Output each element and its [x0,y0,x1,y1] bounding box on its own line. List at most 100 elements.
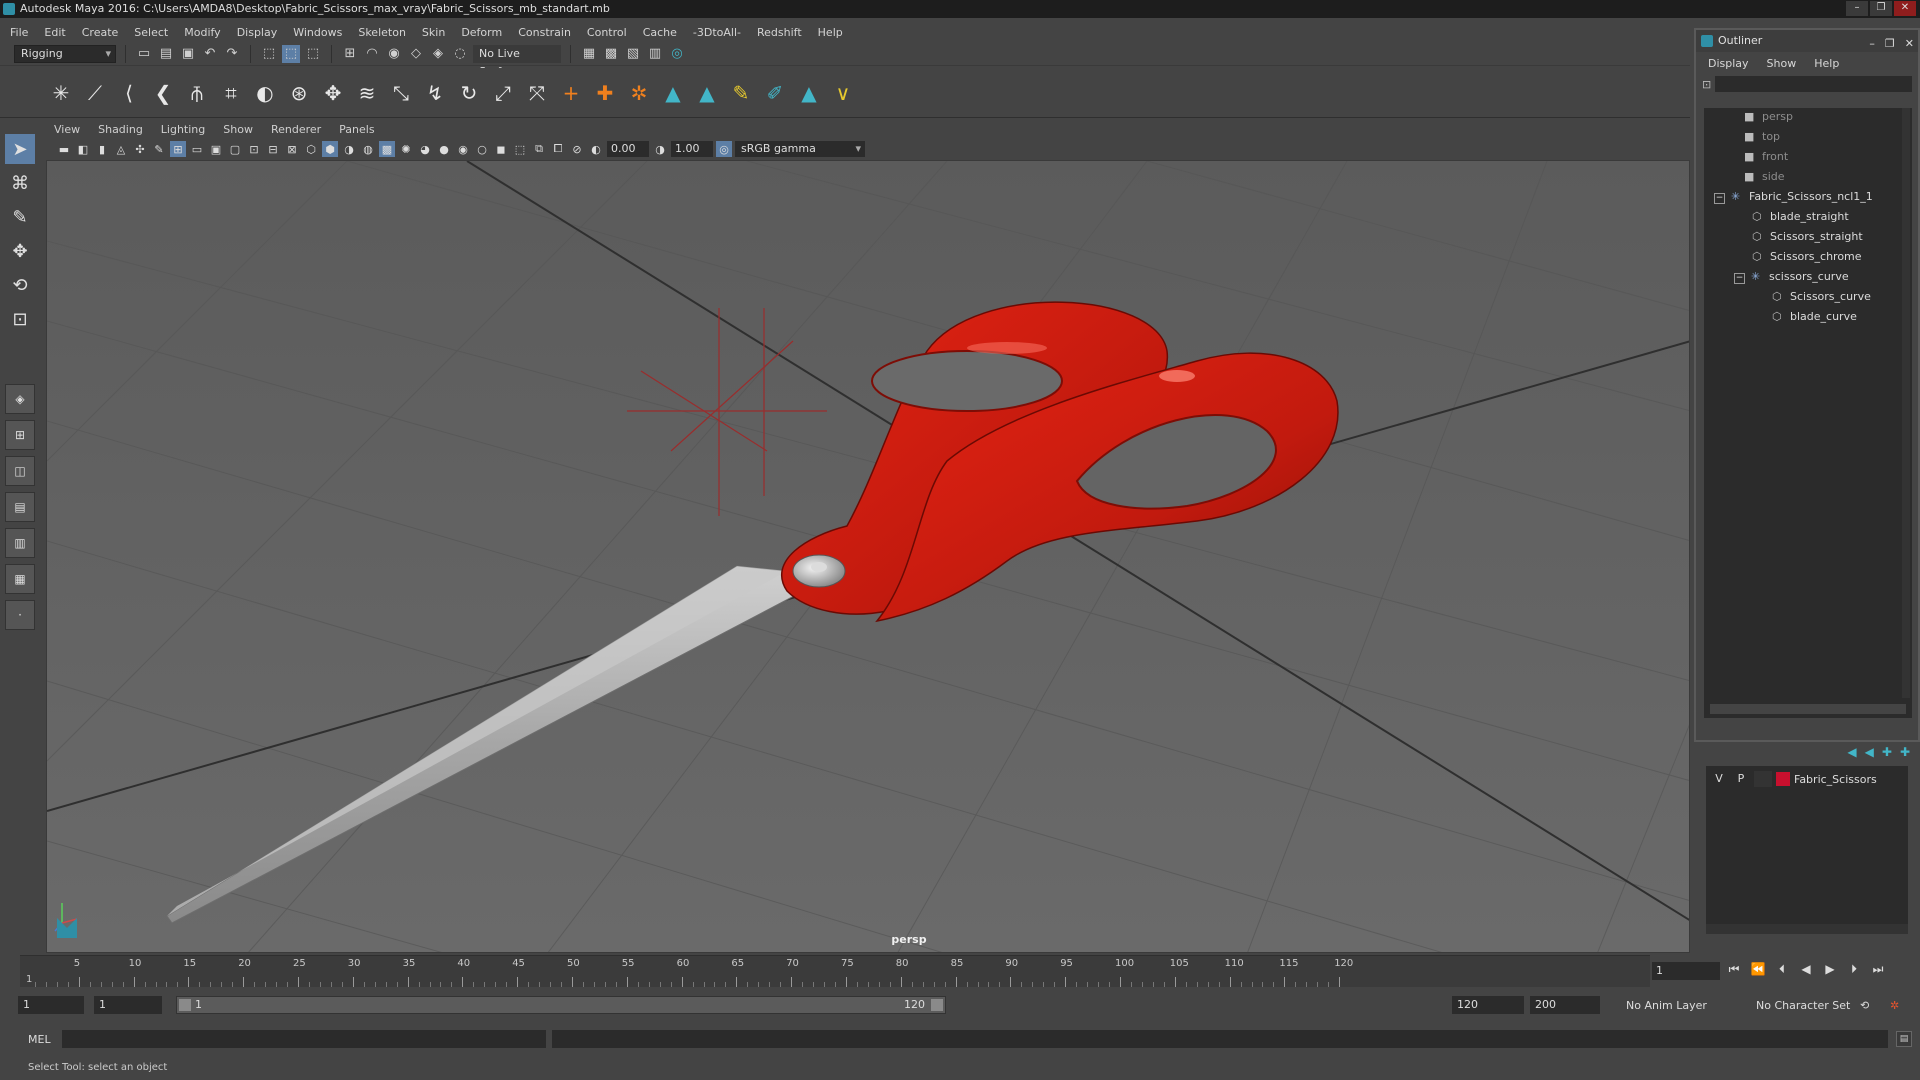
redo-icon[interactable]: ↷ [223,45,241,63]
auto-key-icon[interactable]: ⟲ [1860,999,1869,1012]
outliner-item-top[interactable]: ■ top [1744,128,1780,146]
command-input[interactable] [62,1030,546,1048]
menu-constrain[interactable]: Constrain [518,26,571,39]
undo-icon[interactable]: ↶ [201,45,219,63]
backface-culling-icon[interactable]: ⊘ [569,141,585,157]
lasso-tool-icon[interactable]: ⌘ [5,168,35,198]
collapse-icon[interactable]: − [1714,193,1725,204]
outliner-minimize-button[interactable]: – [1869,33,1875,55]
screen-space-ao-icon[interactable]: ● [436,141,452,157]
select-tool-icon[interactable]: ➤ [5,134,35,164]
paint-weights-icon[interactable]: ◐ [250,78,280,108]
layer-row[interactable]: V P Fabric_Scissors [1706,770,1908,788]
menu-deform[interactable]: Deform [461,26,502,39]
go-to-end-icon[interactable]: ⏭ [1869,962,1887,980]
rotate-tool-icon[interactable]: ⟲ [5,270,35,300]
panel-menu-show[interactable]: Show [223,123,253,136]
film-gate-icon[interactable]: ▭ [189,141,205,157]
color-management-icon[interactable]: ◎ [716,141,732,157]
render-settings-icon[interactable]: ▥ [646,45,664,63]
menu-skeleton[interactable]: Skeleton [358,26,406,39]
wireframe-icon[interactable]: ⬡ [303,141,319,157]
gate-mask-icon[interactable]: ▢ [227,141,243,157]
outliner-horizontal-scrollbar[interactable] [1710,704,1906,714]
render-frame-icon[interactable]: ▩ [602,45,620,63]
select-hierarchy-icon[interactable]: ⬚ [260,45,278,63]
animation-start-field[interactable]: 1 [18,996,84,1014]
aim-constraint-icon[interactable]: ↯ [420,78,450,108]
animation-end-field[interactable]: 200 [1530,996,1600,1014]
muscle-icon[interactable]: ▲ [794,78,824,108]
bind-skin-icon[interactable]: ⌗ [216,78,246,108]
snap-curve-icon[interactable]: ◠ [363,45,381,63]
select-component-icon[interactable]: ⬚ [304,45,322,63]
step-back-key-icon[interactable]: ⏪ [1749,962,1767,980]
skin-smooth-icon[interactable]: ▲ [658,78,688,108]
new-layer-icon[interactable]: ✚ [1882,745,1892,759]
pole-vector-icon[interactable]: ⤧ [522,78,552,108]
two-d-pan-icon[interactable]: ✣ [132,141,148,157]
menu-file[interactable]: File [10,26,28,39]
view-transform-dropdown[interactable]: sRGB gamma [735,141,865,157]
animation-prefs-icon[interactable]: ✲ [1890,999,1899,1012]
mirror-joint-icon[interactable]: ⫚ [182,78,212,108]
snap-point-icon[interactable]: ◉ [385,45,403,63]
panel-menu-shading[interactable]: Shading [98,123,143,136]
snap-view-plane-icon[interactable]: ◇ [407,45,425,63]
more-layouts-icon[interactable]: · [5,600,35,630]
anti-alias-icon[interactable]: ○ [474,141,490,157]
joint-tool-icon[interactable]: ✳ [46,78,76,108]
camera-select-icon[interactable]: ▬ [56,141,72,157]
lattice-icon[interactable]: ⊛ [284,78,314,108]
shadows-icon[interactable]: ◕ [417,141,433,157]
range-slider[interactable]: 1 120 [176,996,946,1014]
menu-select[interactable]: Select [134,26,168,39]
hypershade-icon[interactable]: ◎ [668,45,686,63]
menuset-dropdown[interactable]: Rigging [14,44,116,63]
live-surface-field[interactable]: No Live Surface [473,44,561,78]
menu-control[interactable]: Control [587,26,627,39]
save-scene-icon[interactable]: ▣ [179,45,197,63]
range-end-handle[interactable] [931,999,943,1011]
select-object-icon[interactable]: ⬚ [282,44,300,63]
safe-action-icon[interactable]: ⊟ [265,141,281,157]
go-to-start-icon[interactable]: ⏮ [1725,962,1743,980]
play-forward-icon[interactable]: ▶ [1821,962,1839,980]
filter-icon[interactable]: ⊡ [1702,78,1711,91]
outliner-vertical-scrollbar[interactable] [1902,108,1910,698]
grid-icon[interactable]: ⊞ [170,141,186,157]
maximize-button[interactable]: ❐ [1870,1,1892,16]
step-forward-frame-icon[interactable]: ⏵ [1845,962,1863,980]
layer-display-type[interactable] [1754,771,1772,787]
playback-start-field[interactable]: 1 [94,996,162,1014]
outliner-item-side[interactable]: ■ side [1744,168,1785,186]
bookmark-icon[interactable]: ▮ [94,141,110,157]
orient-constraint-icon[interactable]: ↻ [454,78,484,108]
menu-create[interactable]: Create [82,26,119,39]
menu-skin[interactable]: Skin [422,26,445,39]
outliner-item-persp[interactable]: ■ persp [1744,108,1793,126]
camera-attributes-icon[interactable]: ◧ [75,141,91,157]
range-start-handle[interactable] [179,999,191,1011]
menu-edit[interactable]: Edit [44,26,65,39]
outliner-item-scissors-curve[interactable]: ⬡ Scissors_curve [1772,288,1871,306]
script-editor-icon[interactable]: ▤ [1896,1031,1912,1047]
image-plane-icon[interactable]: ◬ [113,141,129,157]
ik-spline-icon[interactable]: ⟨ [114,78,144,108]
play-back-icon[interactable]: ◀ [1797,962,1815,980]
ipr-render-icon[interactable]: ▧ [624,45,642,63]
exposure-icon[interactable]: ◐ [588,141,604,157]
persp-outliner-layout-icon[interactable]: ▤ [5,492,35,522]
outliner-item-blade-straight[interactable]: ⬡ blade_straight [1752,208,1849,226]
isolate-select-icon[interactable]: ⬚ [512,141,528,157]
outliner-item-blade-curve[interactable]: ⬡ blade_curve [1772,308,1857,326]
time-slider[interactable]: 5 10 15 20 25 30 35 40 45 50 55 60 65 70 75 80 85 90 95 100… [20,955,1650,987]
outliner-search-input[interactable] [1715,76,1912,92]
paint-tool-icon[interactable]: ✎ [726,78,756,108]
ik-handle-icon[interactable]: ⟋ [80,78,110,108]
anim-layer-dropdown[interactable]: No Anim Layer [1626,999,1707,1012]
menu-3dtoall[interactable]: -3DtoAll- [693,26,741,39]
panel-menu-renderer[interactable]: Renderer [271,123,321,136]
wireframe-on-shaded-icon[interactable]: ◑ [341,141,357,157]
mel-label[interactable]: MEL [28,1033,51,1046]
